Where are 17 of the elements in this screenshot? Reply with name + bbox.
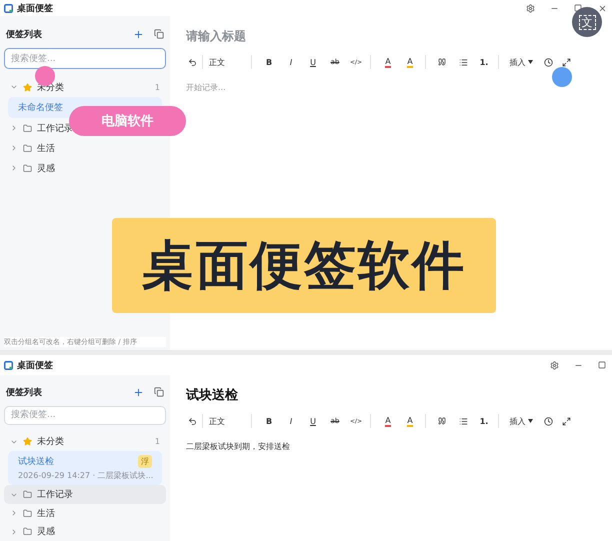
group-name: 生活 — [37, 142, 56, 154]
sidebar-heading: 便签列表 — [6, 386, 43, 399]
note-title: 未命名便签 — [18, 102, 63, 114]
banner-title: 桌面便签软件 — [112, 218, 496, 313]
window-title: 桌面便签 — [17, 359, 54, 372]
note-title: 试块送检 — [18, 456, 54, 468]
sidebar-heading: 便签列表 — [6, 28, 43, 40]
window-title: 桌面便签 — [17, 2, 54, 14]
note-count: 1 — [154, 437, 160, 446]
group-name: 灵感 — [37, 526, 56, 538]
group-name: 灵感 — [37, 162, 56, 174]
note-meta: 2026-09-29 14:27 · 二层梁板试块... — [18, 470, 152, 482]
note-count: 1 — [154, 82, 160, 92]
group-name: 生活 — [37, 508, 56, 520]
group-name: 工作记录 — [37, 488, 74, 502]
group-name: 未分类 — [37, 436, 65, 448]
note-badge: 浮 — [138, 455, 152, 468]
